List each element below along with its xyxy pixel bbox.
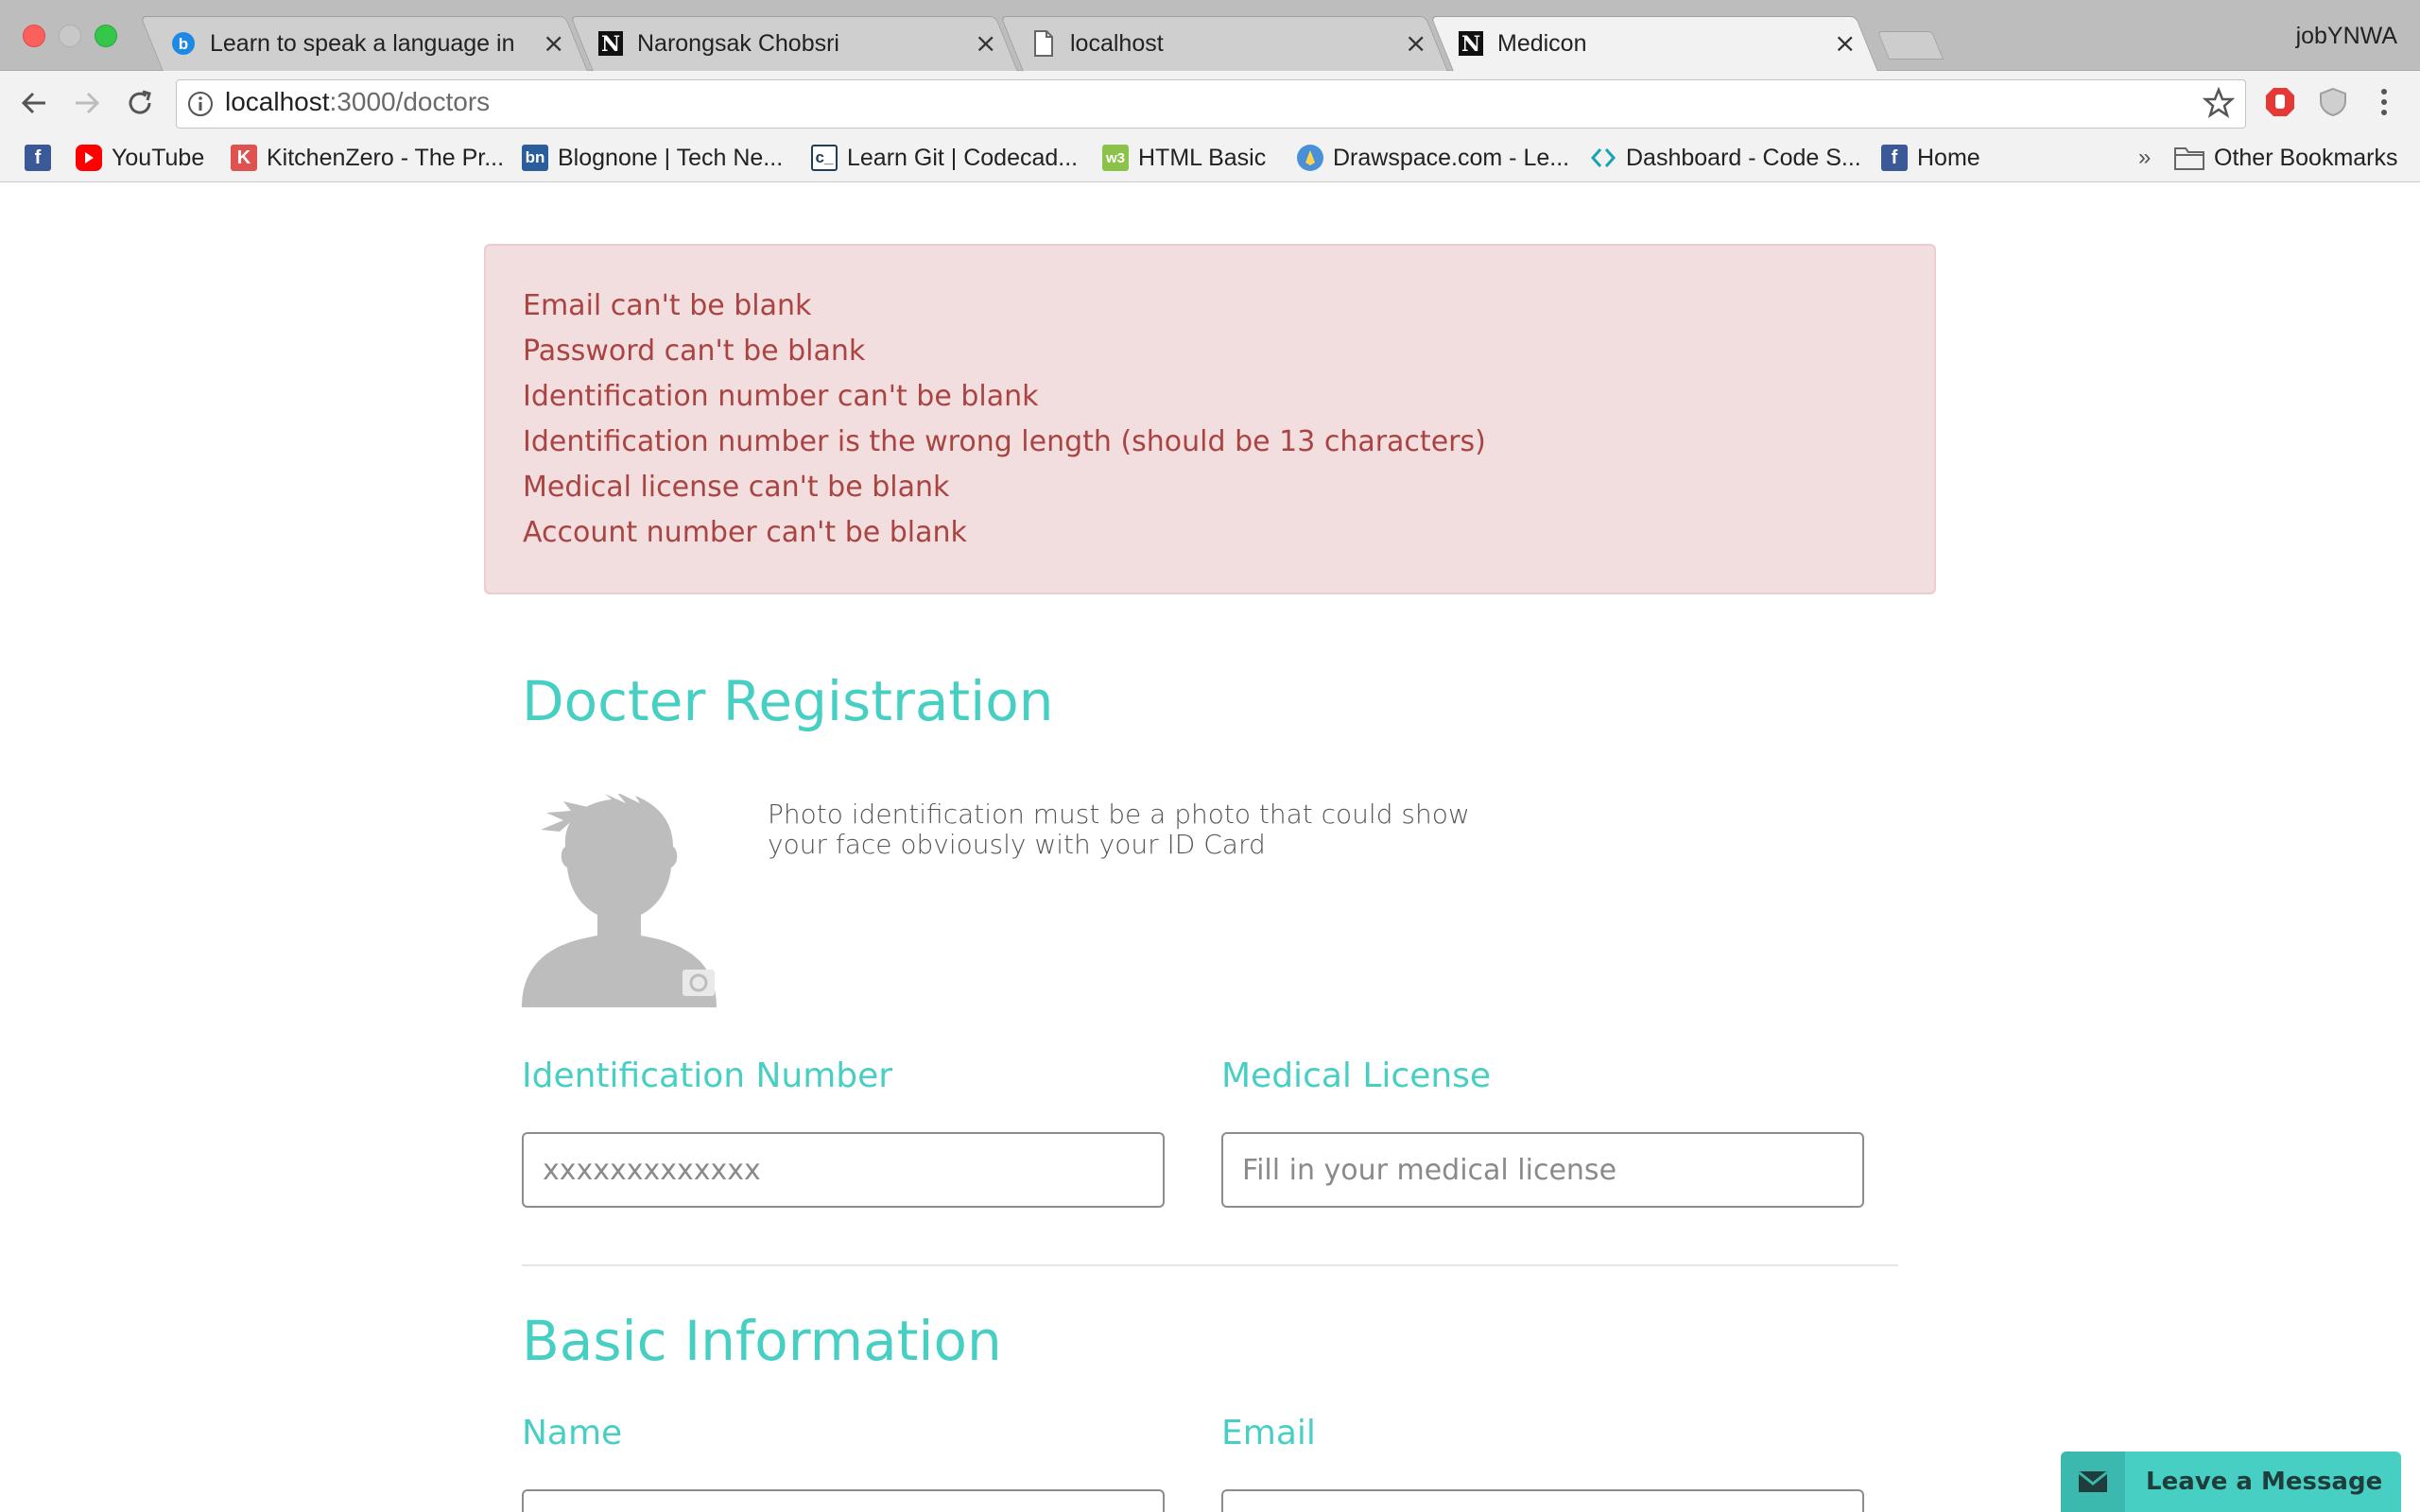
adblock-extension-button[interactable] xyxy=(2263,85,2297,119)
tab-learn-language-content: b Learn to speak a language in 10 xyxy=(170,16,548,71)
drawspace-icon xyxy=(1297,145,1323,171)
svg-text:b: b xyxy=(179,35,188,53)
window-minimize-button[interactable] xyxy=(59,25,81,47)
bookmark-label: Blognone | Tech Ne... xyxy=(558,144,784,171)
n-logo-icon: N xyxy=(1458,30,1484,57)
tab-close-button[interactable]: × xyxy=(543,30,564,57)
info-icon[interactable] xyxy=(187,91,214,117)
bookmark-home[interactable]: f Home xyxy=(1881,141,1980,175)
photo-instructions: Photo identification must be a photo tha… xyxy=(768,799,1470,860)
bookmark-label: Home xyxy=(1917,144,1980,171)
leave-message-label: Leave a Message xyxy=(2146,1468,2383,1496)
tab-title: Medicon xyxy=(1497,29,1587,57)
reload-icon xyxy=(129,90,151,114)
bookmark-codecademy[interactable]: c_ Learn Git | Codecad... xyxy=(811,141,1078,175)
name-input[interactable] xyxy=(522,1489,1165,1512)
tab-title: Narongsak Chobsri xyxy=(637,29,839,57)
tab-title: localhost xyxy=(1070,29,1164,57)
browser-menu-button[interactable] xyxy=(2367,85,2401,119)
error-message-account: Account number can't be blank xyxy=(523,516,967,549)
bookmark-label: Drawspace.com - Le... xyxy=(1333,144,1570,171)
tab-medicon-content: N Medicon xyxy=(1458,16,1836,71)
bookmark-label: KitchenZero - The Pr... xyxy=(267,144,505,171)
kebab-menu-icon xyxy=(2381,89,2387,115)
leave-message-button[interactable]: Leave a Message xyxy=(2061,1452,2401,1512)
arrow-right-icon xyxy=(76,92,100,114)
error-message-id-length: Identification number is the wrong lengt… xyxy=(523,425,1486,458)
bookmark-youtube[interactable]: YouTube xyxy=(76,141,204,175)
bookmark-label: Other Bookmarks xyxy=(2214,144,2398,171)
bookmark-label: Learn Git | Codecad... xyxy=(847,144,1079,171)
w3-icon: w3 xyxy=(1102,145,1129,171)
shield-extension-button[interactable] xyxy=(2316,85,2350,119)
facebook-icon: f xyxy=(1881,145,1908,171)
envelope-icon xyxy=(2061,1452,2125,1512)
stop-hand-icon xyxy=(2266,88,2294,116)
tab-localhost-content: localhost xyxy=(1030,16,1409,71)
medical-license-input[interactable] xyxy=(1221,1132,1864,1208)
back-button[interactable] xyxy=(15,84,53,122)
bookmark-label: Dashboard - Code S... xyxy=(1626,144,1861,171)
bookmark-dashboard-code[interactable]: Dashboard - Code S... xyxy=(1590,141,1861,175)
shield-icon xyxy=(2320,87,2346,117)
n-logo-icon: N xyxy=(597,30,624,57)
codecademy-icon: c_ xyxy=(811,145,838,171)
error-message-id-blank: Identification number can't be blank xyxy=(523,380,1039,413)
error-message-password: Password can't be blank xyxy=(523,335,866,368)
url-text: localhost:3000/doctors xyxy=(225,87,490,117)
bookmark-label: YouTube xyxy=(112,144,205,171)
bookmark-kitchenzero[interactable]: K KitchenZero - The Pr... xyxy=(231,141,504,175)
registration-title: Docter Registration xyxy=(522,669,1054,733)
bookmark-blognone[interactable]: bn Blognone | Tech Ne... xyxy=(522,141,783,175)
tab-close-button[interactable]: × xyxy=(1834,30,1856,57)
name-label: Name xyxy=(522,1414,623,1452)
email-input[interactable] xyxy=(1221,1489,1864,1512)
bookmark-html-basic[interactable]: w3 HTML Basic xyxy=(1102,141,1266,175)
basic-info-title: Basic Information xyxy=(522,1309,1002,1373)
new-tab-button[interactable] xyxy=(1876,31,1945,60)
id-number-input[interactable] xyxy=(522,1132,1165,1208)
window-maximize-button[interactable] xyxy=(95,25,117,47)
chevron-double-right-icon: » xyxy=(2138,145,2152,170)
tab-close-button[interactable]: × xyxy=(1405,30,1426,57)
url-host: localhost xyxy=(225,87,330,116)
bookmark-drawspace[interactable]: Drawspace.com - Le... xyxy=(1297,141,1569,175)
more-bookmarks-button[interactable]: » xyxy=(2138,141,2151,175)
error-message-email: Email can't be blank xyxy=(523,289,812,322)
folder-icon xyxy=(2174,145,2204,171)
youtube-icon xyxy=(76,145,102,171)
tab-close-button[interactable]: × xyxy=(975,30,996,57)
section-divider xyxy=(522,1264,1898,1266)
arrow-left-icon xyxy=(21,92,45,114)
tab-narongsak-content: N Narongsak Chobsri xyxy=(597,16,976,71)
k-icon: K xyxy=(231,145,257,171)
id-number-label: Identification Number xyxy=(522,1057,893,1095)
tab-title: Learn to speak a language in 10 xyxy=(210,29,522,57)
svg-text:N: N xyxy=(1461,32,1480,57)
profile-name[interactable]: jobYNWA xyxy=(2296,23,2397,50)
email-label: Email xyxy=(1221,1414,1316,1452)
bookmark-star-icon[interactable] xyxy=(2203,87,2235,119)
error-message-license: Medical license can't be blank xyxy=(523,471,950,504)
code-icon xyxy=(1590,145,1616,171)
reload-button[interactable] xyxy=(121,84,159,122)
profile-photo-upload[interactable] xyxy=(522,794,724,1007)
other-bookmarks-folder[interactable]: Other Bookmarks xyxy=(2174,141,2398,175)
bn-icon: bn xyxy=(522,145,548,171)
bookmark-facebook[interactable]: f xyxy=(25,141,60,175)
forward-button[interactable] xyxy=(68,84,106,122)
medical-license-label: Medical License xyxy=(1221,1057,1492,1095)
camera-icon xyxy=(683,970,715,996)
window-close-button[interactable] xyxy=(23,25,45,47)
bing-icon: b xyxy=(170,30,197,57)
page-icon xyxy=(1030,30,1057,57)
bookmark-label: HTML Basic xyxy=(1138,144,1267,171)
url-path: :3000/doctors xyxy=(329,87,491,116)
svg-text:N: N xyxy=(601,32,620,57)
facebook-icon: f xyxy=(25,145,51,171)
